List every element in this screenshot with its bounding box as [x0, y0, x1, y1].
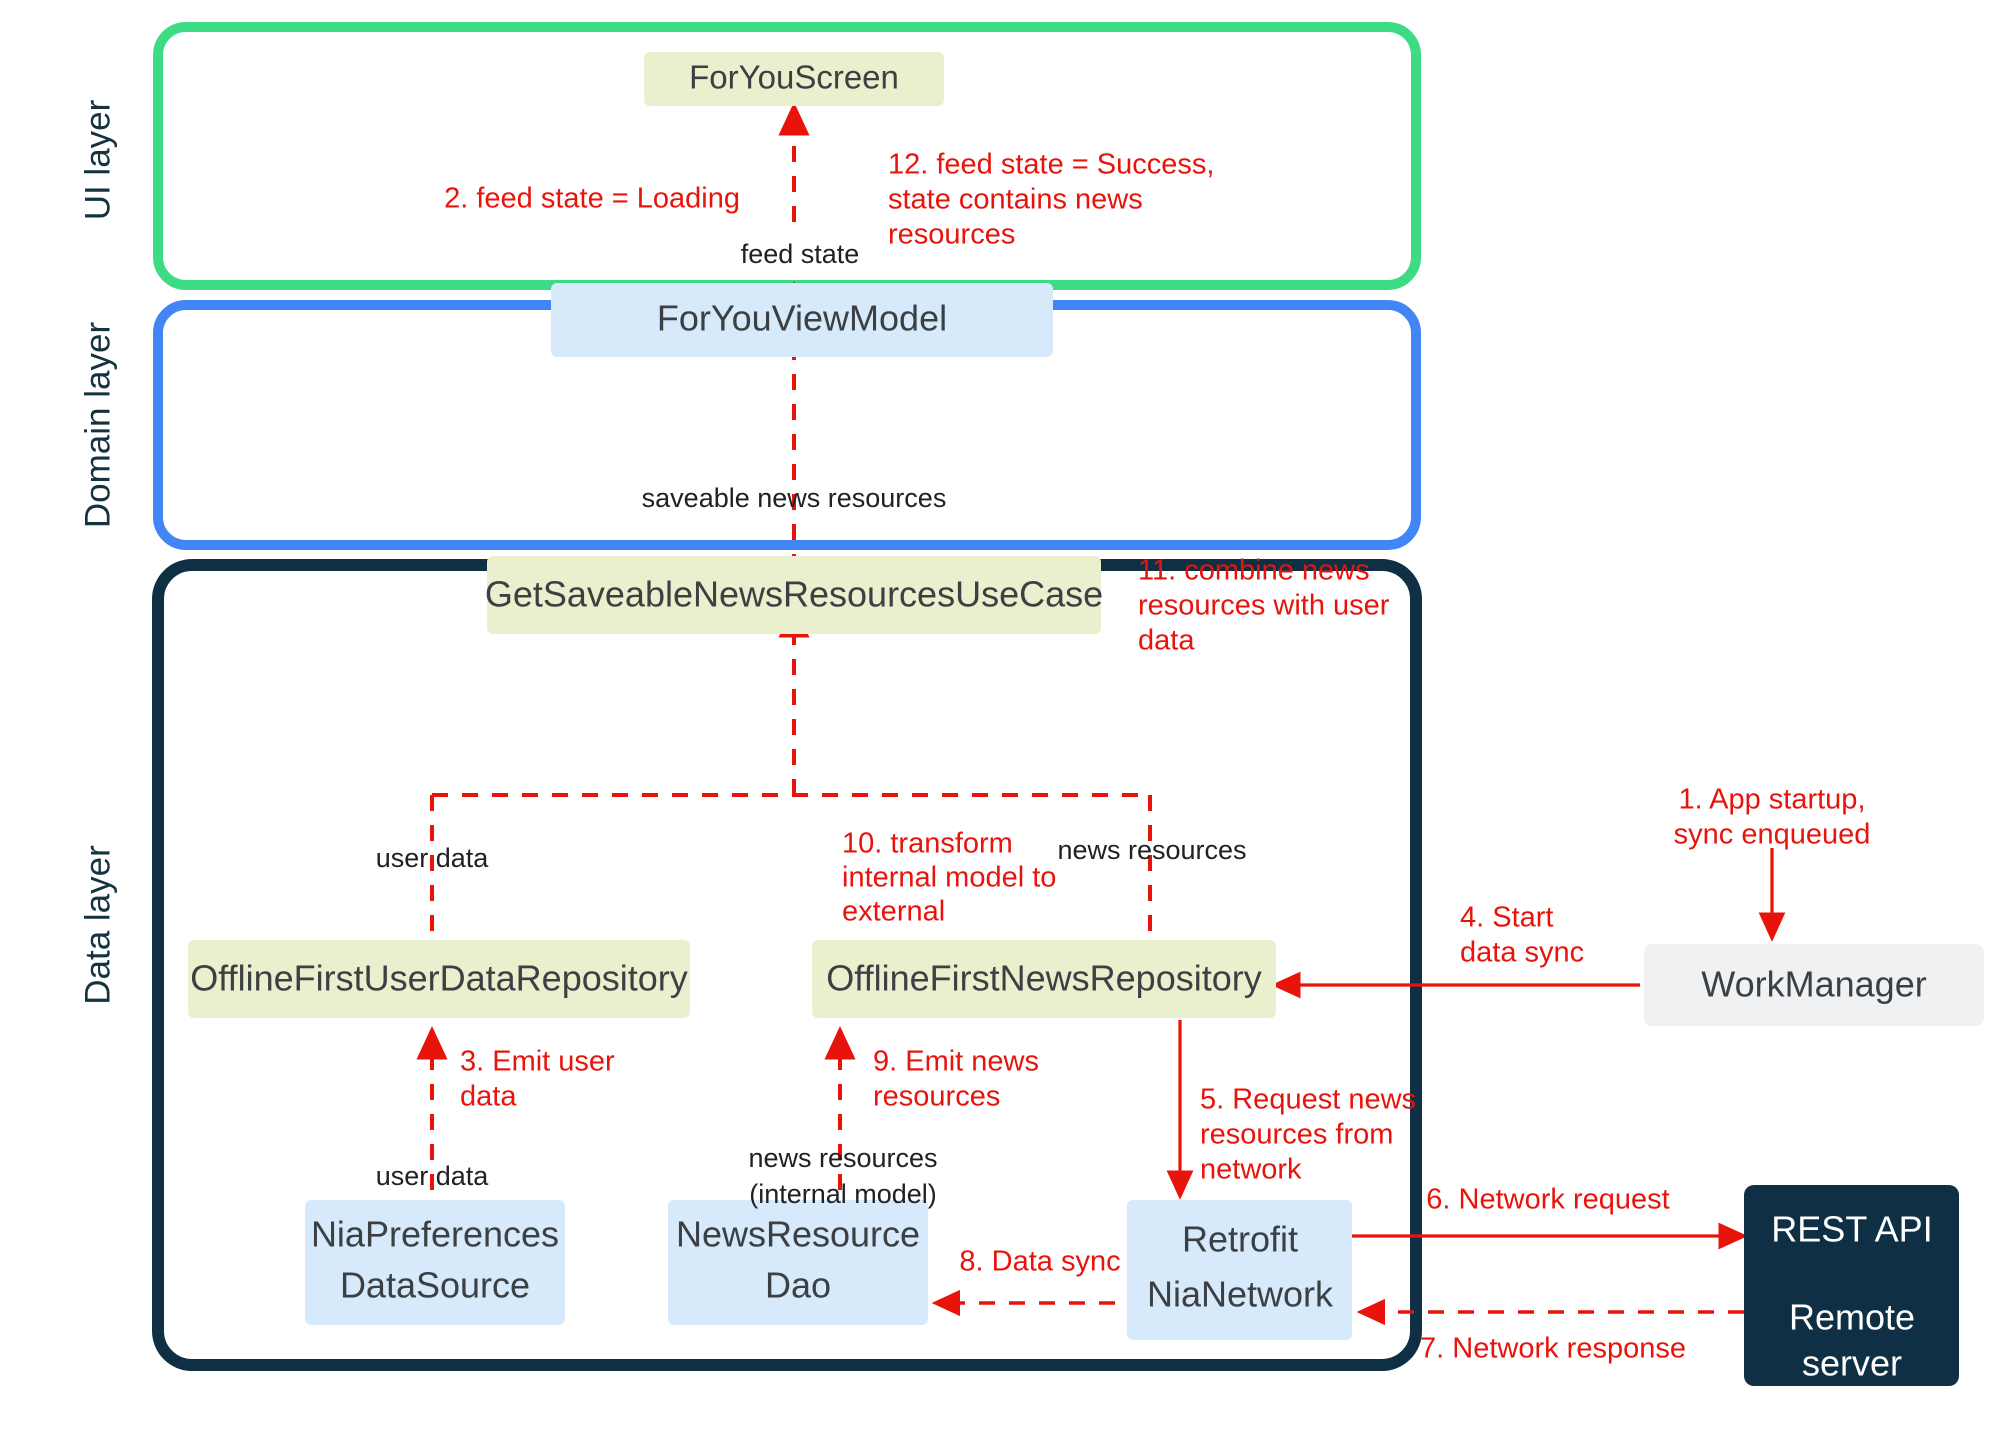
step-11-label-line3: data	[1138, 625, 1195, 657]
step-12-label-line2: state contains news	[888, 184, 1143, 216]
step-10-label-line1: 10. transform	[842, 828, 1013, 860]
ui-layer-label: UI layer	[78, 99, 117, 220]
domain-layer-label: Domain layer	[78, 322, 117, 529]
flow-label-news-resources-internal-line1: news resources	[748, 1143, 937, 1173]
node-for-you-view-model: ForYouViewModel	[551, 283, 1053, 357]
step-1-label-line2: sync enqueued	[1674, 819, 1871, 851]
node-news-repository-label: OfflineFirstNewsRepository	[826, 958, 1261, 999]
step-6-label-line1: 6. Network request	[1426, 1184, 1669, 1216]
flow-label-saveable-news-resources: saveable news resources	[642, 483, 947, 513]
flow-label-feed-state: feed state	[741, 239, 860, 269]
node-prefs-data-source-label-line1: NiaPreferences	[311, 1214, 559, 1255]
step-9-label-line2: resources	[873, 1081, 1000, 1113]
step-4-label-line2: data sync	[1460, 937, 1584, 969]
node-nia-preferences-data-source: NiaPreferences DataSource	[305, 1200, 565, 1325]
step-7-label-line1: 7. Network response	[1420, 1333, 1686, 1365]
node-retrofit-label-line2: NiaNetwork	[1147, 1274, 1334, 1315]
node-news-resource-dao: NewsResource Dao	[668, 1200, 928, 1325]
step-2-label-line1: 2. feed state = Loading	[444, 183, 740, 215]
step-12-label-line1: 12. feed state = Success,	[888, 149, 1214, 181]
step-3-label-line2: data	[460, 1081, 517, 1113]
node-use-case-label: GetSaveableNewsResourcesUseCase	[485, 574, 1103, 615]
node-offline-first-news-repository: OfflineFirstNewsRepository	[812, 940, 1276, 1018]
step-4-label-line1: 4. Start	[1460, 902, 1554, 934]
flow-label-news-resources-internal-line2: (internal model)	[749, 1179, 937, 1209]
node-work-manager: WorkManager	[1644, 944, 1984, 1026]
node-for-you-screen: ForYouScreen	[644, 52, 944, 106]
node-news-dao-label-line2: Dao	[765, 1265, 831, 1306]
step-9-label-line1: 9. Emit news	[873, 1046, 1039, 1078]
flow-label-user-data-lower: user data	[376, 1161, 490, 1191]
step-11-label-line1: 11. combine news	[1138, 555, 1370, 587]
node-work-manager-label: WorkManager	[1701, 964, 1926, 1005]
node-get-saveable-news-resources-use-case: GetSaveableNewsResourcesUseCase	[485, 556, 1103, 634]
step-3-label-line1: 3. Emit user	[460, 1046, 615, 1078]
node-retrofit-nia-network: Retrofit NiaNetwork	[1127, 1200, 1352, 1340]
data-layer-label: Data layer	[78, 845, 117, 1005]
node-offline-first-user-data-repository: OfflineFirstUserDataRepository	[188, 940, 690, 1018]
node-news-dao-label-line1: NewsResource	[676, 1214, 920, 1255]
step-1-label-line1: 1. App startup,	[1678, 784, 1865, 816]
node-rest-api-remote-server: REST API Remote server	[1744, 1185, 1959, 1386]
node-retrofit-label-line1: Retrofit	[1182, 1219, 1298, 1260]
step-11-label-line2: resources with user	[1138, 590, 1390, 622]
step-12-label-line3: resources	[888, 219, 1015, 251]
node-user-data-repository-label: OfflineFirstUserDataRepository	[190, 958, 688, 999]
step-5-label-line3: network	[1200, 1154, 1302, 1186]
flow-label-user-data-upper: user data	[376, 843, 490, 873]
flow-label-news-resources-upper: news resources	[1057, 835, 1246, 865]
diagram-canvas: UI layer Domain layer Data layer ForYouS…	[78, 22, 1984, 1386]
node-for-you-screen-label: ForYouScreen	[689, 59, 899, 96]
architecture-diagram: UI layer Domain layer Data layer ForYouS…	[0, 0, 1993, 1444]
node-for-you-view-model-label: ForYouViewModel	[657, 298, 947, 339]
step-10-label-line2: internal model to	[842, 862, 1056, 894]
step-5-label-line2: resources from	[1200, 1119, 1393, 1151]
step-10-label-line3: external	[842, 896, 945, 928]
node-remote-label-line2: server	[1802, 1343, 1902, 1384]
node-remote-label-line1: Remote	[1789, 1297, 1915, 1338]
node-prefs-data-source-label-line2: DataSource	[340, 1265, 530, 1306]
step-5-label-line1: 5. Request news	[1200, 1084, 1416, 1116]
node-rest-api-label: REST API	[1771, 1209, 1932, 1250]
step-8-label-line1: 8. Data sync	[959, 1246, 1120, 1278]
